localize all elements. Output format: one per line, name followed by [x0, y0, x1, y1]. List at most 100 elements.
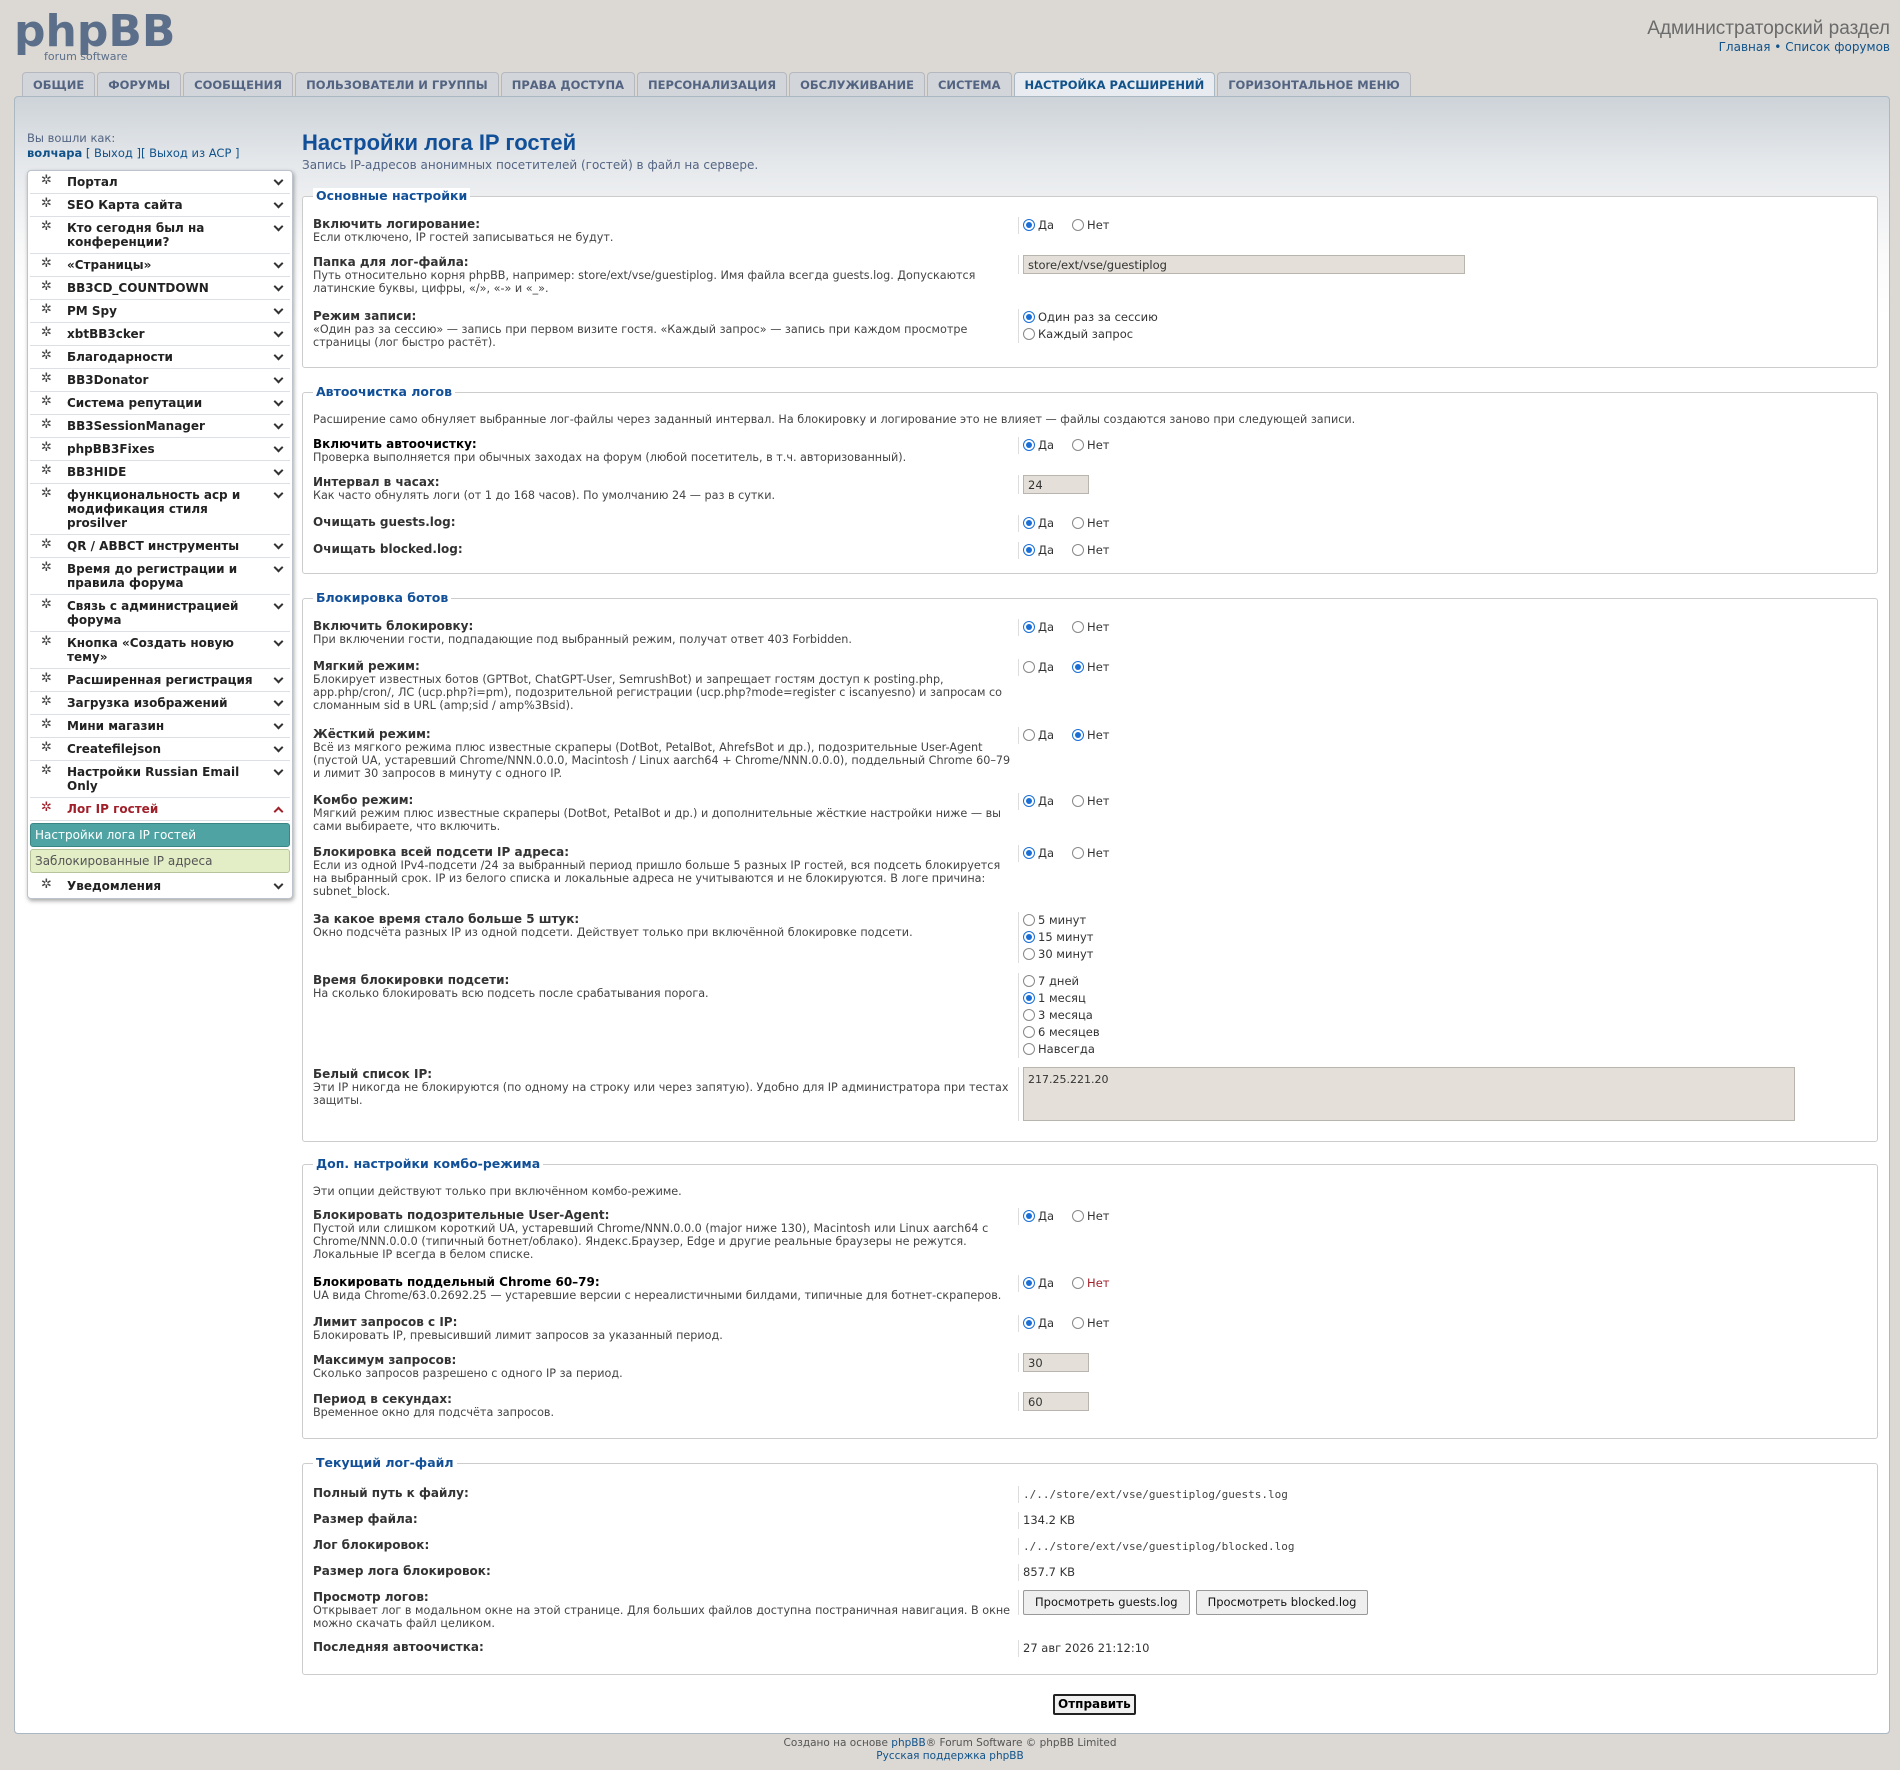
- ban-7days[interactable]: 7 дней: [1023, 973, 1100, 990]
- submit-button[interactable]: Отправить: [1053, 1694, 1136, 1715]
- tab-customise[interactable]: Персонализация: [637, 72, 788, 97]
- desc-whitelist: Эти IP никогда не блокируются (по одному…: [313, 1081, 1009, 1107]
- window-5min[interactable]: 5 минут: [1023, 912, 1093, 929]
- blocking-no[interactable]: Нет: [1072, 619, 1109, 636]
- ban-6months[interactable]: 6 месяцев: [1023, 1024, 1100, 1041]
- sidebar-item[interactable]: ✲ Время до регистрации и правила форума: [30, 558, 290, 595]
- sidebar-item[interactable]: ✲ xbtBB3cker: [30, 323, 290, 346]
- sidebar-item[interactable]: ✲ Система репутации: [30, 392, 290, 415]
- sidebar-item[interactable]: ✲ «Страницы»: [30, 254, 290, 277]
- whitelist-textarea[interactable]: 217.25.221.20: [1023, 1067, 1795, 1121]
- hard-mode-yes[interactable]: Да: [1023, 727, 1054, 744]
- option-label: Да: [1038, 1316, 1055, 1330]
- sidebar-item[interactable]: ✲ Расширенная регистрация: [30, 669, 290, 692]
- soft-mode-no[interactable]: Нет: [1072, 659, 1109, 676]
- radio-icon: [1023, 948, 1035, 960]
- write-mode-once[interactable]: Один раз за сессию: [1023, 309, 1158, 326]
- tab-extensions[interactable]: Настройка расширений: [1013, 72, 1216, 97]
- label-subnet-window: За какое время стало больше 5 штук:: [313, 912, 580, 926]
- tab-posting[interactable]: Сообщения: [183, 72, 294, 97]
- option-label: 5 минут: [1038, 913, 1087, 927]
- forum-list-link[interactable]: Список форумов: [1785, 40, 1890, 54]
- autoclean-yes[interactable]: Да: [1023, 437, 1054, 454]
- enable-logging-yes[interactable]: Да: [1023, 217, 1054, 234]
- radio-icon: [1023, 328, 1035, 340]
- block-ua-no[interactable]: Нет: [1072, 1208, 1109, 1225]
- clean-blocked-no[interactable]: Нет: [1072, 542, 1109, 559]
- ban-1month[interactable]: 1 месяц: [1023, 990, 1100, 1007]
- sidebar-item[interactable]: ✲ Связь с администрацией форума: [30, 595, 290, 632]
- rate-limit-yes[interactable]: Да: [1023, 1315, 1054, 1332]
- sidebar-item[interactable]: ✲ BB3CD_COUNTDOWN: [30, 277, 290, 300]
- sidebar-item[interactable]: ✲ Createfilejson: [30, 738, 290, 761]
- sidebar-item[interactable]: ✲ Портал: [30, 171, 290, 194]
- sidebar-item[interactable]: ✲ phpBB3Fixes: [30, 438, 290, 461]
- autoclean-no[interactable]: Нет: [1072, 437, 1109, 454]
- write-mode-each[interactable]: Каждый запрос: [1023, 326, 1158, 343]
- block-chrome-yes[interactable]: Да: [1023, 1275, 1054, 1292]
- tab-users[interactable]: Пользователи и группы: [295, 72, 499, 97]
- tab-maintenance[interactable]: Обслуживание: [789, 72, 925, 97]
- sidebar-item[interactable]: ✲ Кто сегодня был на конференции?: [30, 217, 290, 254]
- ban-3months[interactable]: 3 месяца: [1023, 1007, 1100, 1024]
- submenu-blocked-ips[interactable]: Заблокированные IP адреса: [30, 849, 290, 873]
- subnet-block-no[interactable]: Нет: [1072, 845, 1109, 862]
- hard-mode-no[interactable]: Нет: [1072, 727, 1109, 744]
- combo-mode-yes[interactable]: Да: [1023, 793, 1054, 810]
- logout-link[interactable]: [ Выход ]: [86, 146, 141, 160]
- clean-guests-no[interactable]: Нет: [1072, 515, 1109, 532]
- enable-blocking-options: Да Нет: [1018, 619, 1127, 636]
- view-guests-log-button[interactable]: Просмотреть guests.log: [1023, 1590, 1190, 1615]
- soft-mode-yes[interactable]: Да: [1023, 659, 1054, 676]
- window-15min[interactable]: 15 минут: [1023, 929, 1093, 946]
- sidebar-item[interactable]: ✲ QR / ABBCT инструменты: [30, 535, 290, 558]
- phpbb-link[interactable]: phpBB: [891, 1737, 925, 1749]
- blocking-yes[interactable]: Да: [1023, 619, 1054, 636]
- chevron-down-icon: [273, 599, 284, 610]
- sidebar-item[interactable]: ✲ Кнопка «Создать новую тему»: [30, 632, 290, 669]
- block-chrome-no[interactable]: Нет: [1072, 1275, 1109, 1292]
- ban-forever[interactable]: Навсегда: [1023, 1041, 1100, 1058]
- desc-soft-mode: Блокирует известных ботов (GPTBot, ChatG…: [313, 673, 1003, 712]
- home-link[interactable]: Главная: [1719, 40, 1771, 54]
- tab-forums[interactable]: Форумы: [97, 72, 182, 97]
- username[interactable]: волчара: [27, 146, 82, 160]
- sidebar-item[interactable]: ✲ Настройки Russian Email Only: [30, 761, 290, 798]
- gear-icon: ✲: [41, 671, 52, 686]
- legend-combo-extra: Доп. настройки комбо-режима: [313, 1156, 544, 1171]
- window-30min[interactable]: 30 минут: [1023, 946, 1093, 963]
- view-blocked-log-button[interactable]: Просмотреть blocked.log: [1195, 1590, 1369, 1615]
- option-label: Каждый запрос: [1038, 327, 1134, 341]
- enable-logging-no[interactable]: Нет: [1072, 217, 1109, 234]
- sidebar-item[interactable]: ✲ BB3Donator: [30, 369, 290, 392]
- submenu-guest-ip-settings[interactable]: Настройки лога IP гостей: [30, 823, 290, 847]
- clean-blocked-yes[interactable]: Да: [1023, 542, 1054, 559]
- ru-support-link[interactable]: Русская поддержка phpBB: [876, 1750, 1023, 1762]
- tab-horizontal-menu[interactable]: Горизонтальное меню: [1217, 72, 1411, 97]
- tab-permissions[interactable]: Права доступа: [500, 72, 636, 97]
- tab-general[interactable]: Общие: [22, 72, 96, 97]
- sidebar-item[interactable]: ✲ Уведомления: [30, 875, 290, 898]
- combo-mode-no[interactable]: Нет: [1072, 793, 1109, 810]
- sidebar-item[interactable]: ✲ Мини магазин: [30, 715, 290, 738]
- sidebar-item[interactable]: ✲ BB3HIDE: [30, 461, 290, 484]
- rate-limit-options: Да Нет: [1018, 1315, 1127, 1332]
- sidebar-item[interactable]: ✲ функциональность acp и модификация стил…: [30, 484, 290, 535]
- sidebar-item[interactable]: ✲ PM Spy: [30, 300, 290, 323]
- rate-limit-no[interactable]: Нет: [1072, 1315, 1109, 1332]
- sidebar-item-guest-ip-log[interactable]: ✲ Лог IP гостей: [30, 798, 290, 821]
- subnet-block-yes[interactable]: Да: [1023, 845, 1054, 862]
- sidebar-item[interactable]: ✲ SEO Карта сайта: [30, 194, 290, 217]
- clean-guests-yes[interactable]: Да: [1023, 515, 1054, 532]
- sidebar-item[interactable]: ✲ Благодарности: [30, 346, 290, 369]
- sidebar-item[interactable]: ✲ Загрузка изображений: [30, 692, 290, 715]
- logout-acp-link[interactable]: [ Выход из ACP ]: [141, 146, 240, 160]
- interval-input[interactable]: 24: [1023, 475, 1089, 494]
- max-requests-input[interactable]: 30: [1023, 1353, 1089, 1372]
- tab-system[interactable]: Система: [926, 72, 1012, 97]
- log-folder-input[interactable]: store/ext/vse/guestiplog: [1023, 255, 1465, 274]
- period-input[interactable]: 60: [1023, 1392, 1089, 1411]
- phpbb-logo[interactable]: phpBB forum software: [14, 6, 184, 66]
- sidebar-item[interactable]: ✲ BB3SessionManager: [30, 415, 290, 438]
- block-ua-yes[interactable]: Да: [1023, 1208, 1054, 1225]
